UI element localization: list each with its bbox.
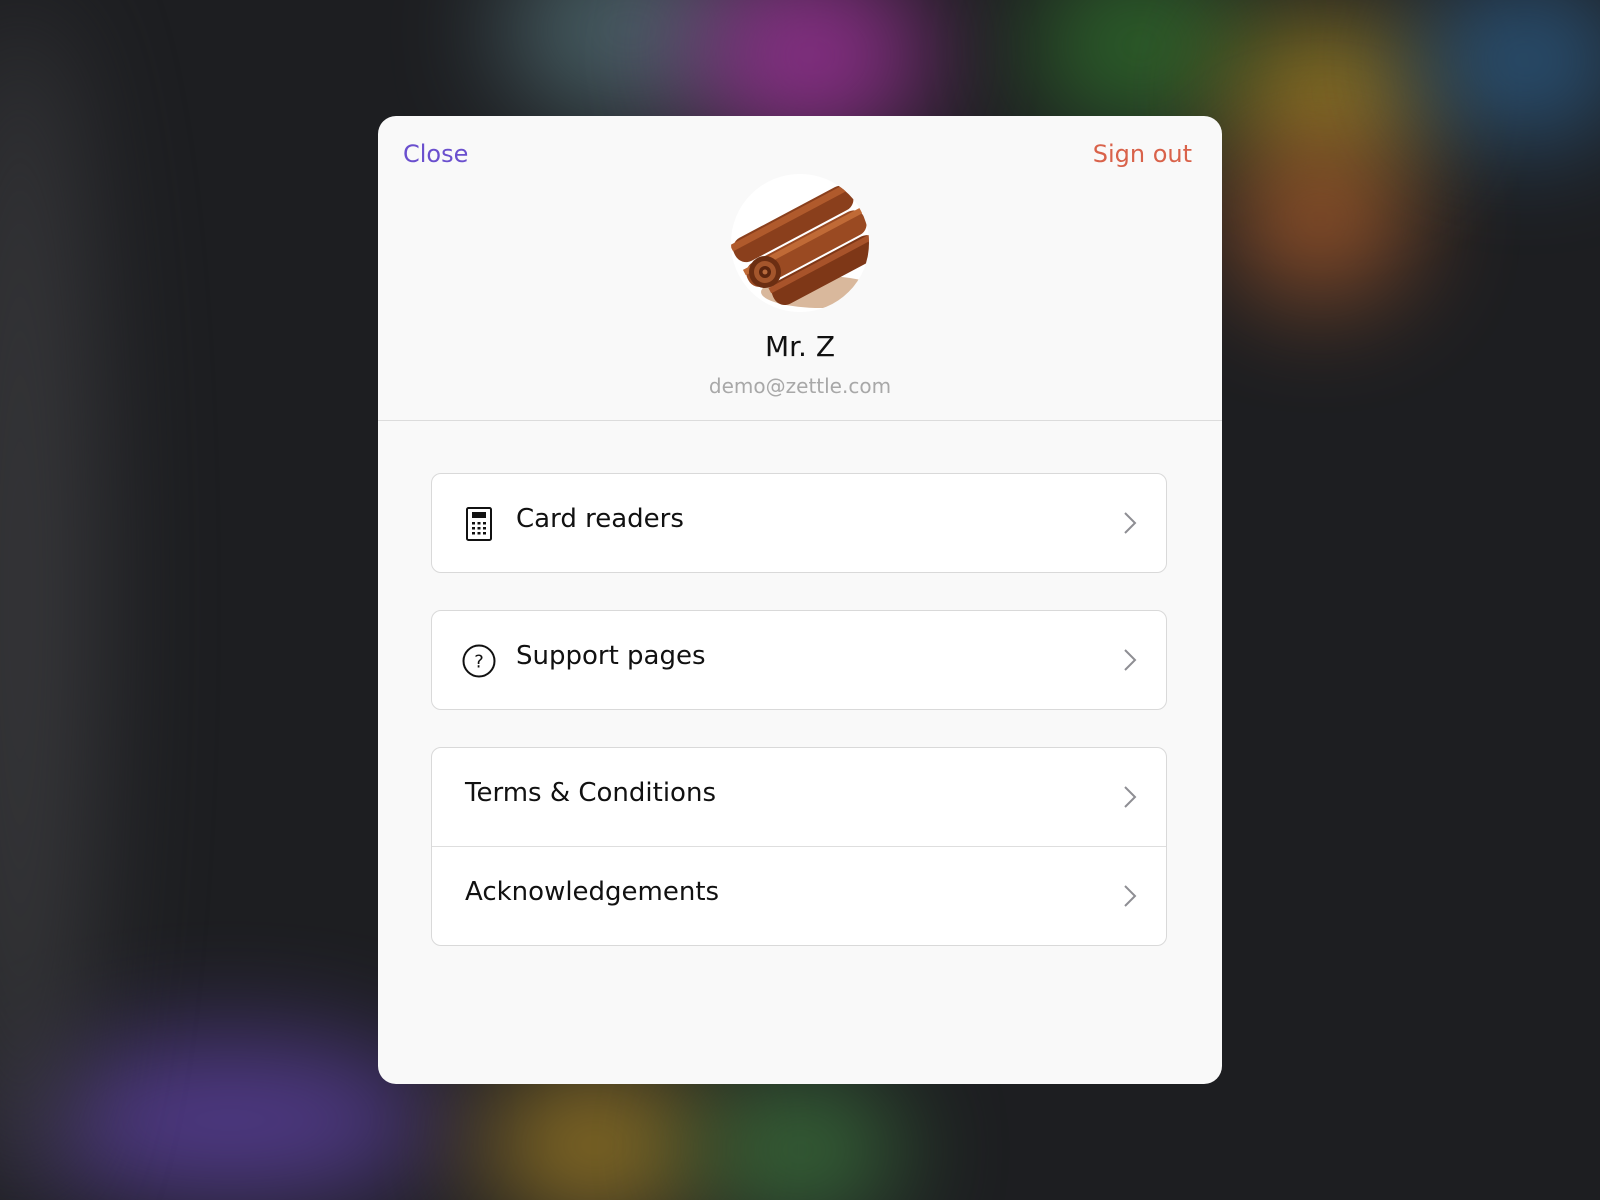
account-modal: Close Sign out Mr. Z demo@zettle.com Car… <box>378 116 1222 1084</box>
close-button[interactable]: Close <box>403 140 468 168</box>
acknowledgements-label: Acknowledgements <box>465 877 720 907</box>
bg-blob <box>700 1080 900 1200</box>
bg-blob <box>0 0 100 1200</box>
profile-header: Close Sign out Mr. Z demo@zettle.com <box>378 116 1222 421</box>
card-readers-label: Card readers <box>516 504 684 534</box>
card-reader-icon <box>466 507 492 541</box>
svg-text:?: ? <box>474 652 484 673</box>
question-circle-icon: ? <box>462 644 496 678</box>
chevron-right-icon <box>1124 512 1137 534</box>
bg-blob <box>1230 140 1410 300</box>
terms-conditions-label: Terms & Conditions <box>465 778 716 808</box>
bg-blob <box>480 1070 710 1200</box>
chevron-right-icon <box>1124 885 1137 907</box>
user-name: Mr. Z <box>764 330 836 363</box>
chevron-right-icon <box>1124 649 1137 671</box>
support-pages-row[interactable]: ? Support pages <box>432 611 1166 709</box>
terms-conditions-row[interactable]: Terms & Conditions <box>432 748 1166 846</box>
sign-out-button[interactable]: Sign out <box>1093 140 1192 168</box>
menu-card-card-readers: Card readers <box>431 473 1167 573</box>
menu-card-support: ? Support pages <box>431 610 1167 710</box>
user-email: demo@zettle.com <box>708 374 892 398</box>
card-readers-row[interactable]: Card readers <box>432 474 1166 572</box>
chevron-right-icon <box>1124 786 1137 808</box>
avatar <box>731 174 869 312</box>
bg-blob <box>1420 0 1600 140</box>
cinnamon-sticks-photo <box>731 174 869 312</box>
support-pages-label: Support pages <box>516 641 706 671</box>
menu-card-legal: Terms & Conditions Acknowledgements <box>431 747 1167 946</box>
bg-blob <box>20 1040 440 1200</box>
bg-blob <box>1030 0 1250 130</box>
acknowledgements-row[interactable]: Acknowledgements <box>432 846 1166 945</box>
